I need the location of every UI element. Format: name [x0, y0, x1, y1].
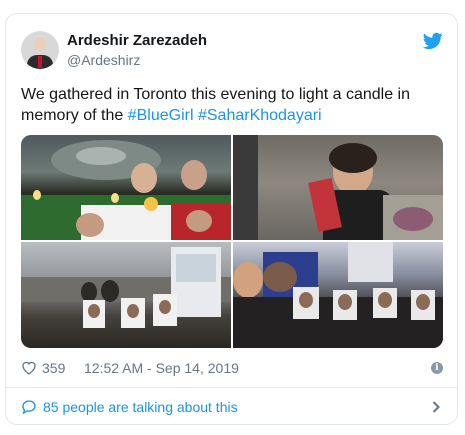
tweet-meta: 359 12:52 AM - Sep 14, 2019 i [21, 358, 443, 378]
speech-bubble-icon [22, 400, 36, 415]
talking-count[interactable]: 85 people are talking about this [43, 399, 238, 415]
chevron-right-icon[interactable] [432, 401, 440, 413]
timestamp[interactable]: 12:52 AM - Sep 14, 2019 [84, 360, 239, 376]
hashtag-bluegirl[interactable]: #BlueGirl [128, 107, 194, 124]
photo-woman-with-sign[interactable] [233, 135, 443, 240]
twitter-bird-icon[interactable] [423, 32, 443, 50]
tweet-text: We gathered in Toronto this evening to l… [21, 84, 441, 126]
avatar-tie [38, 56, 42, 68]
photo-vigil-line[interactable] [21, 242, 231, 348]
hashtag-saharkhodayari[interactable]: #SaharKhodayari [198, 107, 322, 124]
like-count[interactable]: 359 [42, 360, 65, 376]
info-icon[interactable]: i [431, 362, 443, 374]
heart-icon[interactable] [21, 360, 37, 375]
tweet-header: Ardeshir Zarezadeh @Ardeshirz [6, 14, 457, 84]
media-grid [21, 135, 443, 348]
photo-group-portraits[interactable] [233, 242, 443, 348]
avatar[interactable] [21, 31, 59, 69]
tweet-card: Ardeshir Zarezadeh @Ardeshirz We gathere… [5, 13, 458, 425]
photo-candle-vigil[interactable] [21, 135, 231, 240]
author-name[interactable]: Ardeshir Zarezadeh [67, 32, 207, 49]
talking-link[interactable]: 85 people are talking about this [6, 388, 457, 424]
author-handle[interactable]: @Ardeshirz [67, 52, 140, 68]
